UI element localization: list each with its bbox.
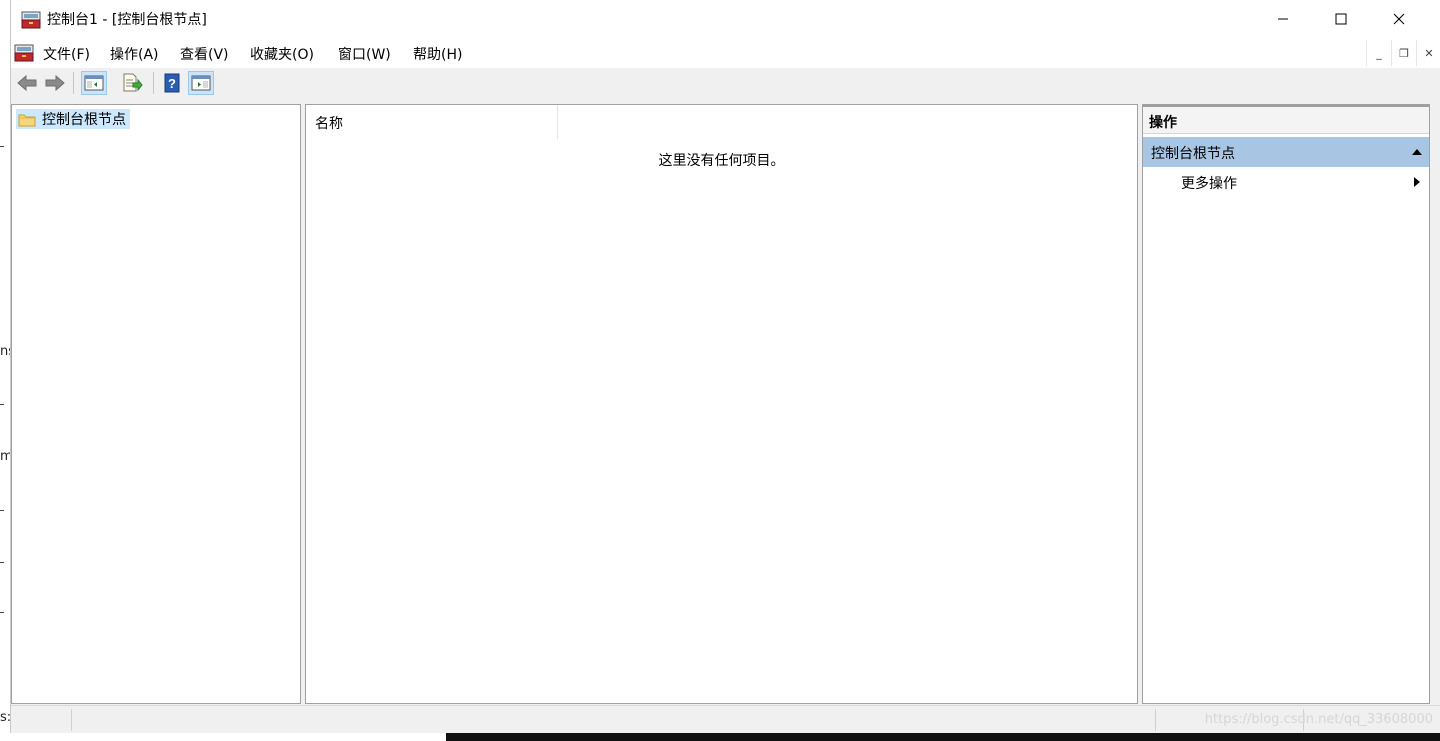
show-hide-action-pane-button[interactable] bbox=[188, 71, 214, 95]
export-list-icon bbox=[123, 73, 143, 92]
window-title: 控制台1 - [控制台根节点] bbox=[47, 12, 207, 28]
folder-icon bbox=[18, 114, 36, 126]
show-hide-tree-button[interactable] bbox=[81, 71, 107, 95]
results-pane[interactable]: 名称 这里没有任何项目。 bbox=[305, 104, 1138, 704]
actions-pane-title: 操作 bbox=[1149, 115, 1177, 131]
console-tree-pane[interactable]: 控制台根节点 bbox=[11, 104, 301, 704]
mdi-minimize-button[interactable]: _ bbox=[1366, 40, 1391, 66]
desktop-bottom-light bbox=[0, 733, 446, 741]
mmc-toolbox-icon bbox=[21, 11, 41, 29]
export-list-button[interactable] bbox=[119, 71, 145, 95]
actions-section-label: 控制台根节点 bbox=[1151, 146, 1235, 162]
maximize-icon bbox=[1335, 13, 1347, 25]
more-actions-label: 更多操作 bbox=[1181, 176, 1237, 192]
toolbar-separator bbox=[73, 72, 74, 94]
svg-text:?: ? bbox=[168, 76, 176, 91]
forward-arrow-icon bbox=[45, 74, 65, 92]
background-tick bbox=[0, 510, 4, 511]
toolbar-separator bbox=[153, 72, 154, 94]
menu-window[interactable]: 窗口(W) bbox=[338, 44, 391, 64]
background-tick bbox=[0, 612, 4, 613]
maximize-button[interactable] bbox=[1312, 0, 1370, 38]
menu-view[interactable]: 查看(V) bbox=[180, 44, 229, 64]
taskbar-edge bbox=[446, 733, 1440, 741]
title-bar[interactable]: 控制台1 - [控制台根节点] bbox=[11, 0, 1440, 38]
actions-section-console-root[interactable]: 控制台根节点 bbox=[1143, 137, 1429, 167]
column-header-label: 名称 bbox=[315, 116, 343, 132]
more-actions-item[interactable]: 更多操作 bbox=[1143, 167, 1429, 197]
help-icon: ? bbox=[164, 73, 180, 93]
mdi-controls: _ ❐ ✕ bbox=[1366, 40, 1440, 66]
mmc-system-menu-icon[interactable] bbox=[13, 43, 35, 63]
submenu-arrow-icon bbox=[1414, 177, 1420, 187]
menu-bar: 文件(F) 操作(A) 查看(V) 收藏夹(O) 窗口(W) 帮助(H) _ ❐… bbox=[11, 38, 1440, 69]
background-tick bbox=[0, 146, 4, 147]
tree-item-label: 控制台根节点 bbox=[42, 112, 126, 128]
menu-favorites[interactable]: 收藏夹(O) bbox=[250, 44, 314, 64]
show-hide-tree-icon bbox=[84, 75, 104, 91]
panes-area: 控制台根节点 名称 这里没有任何项目。 操作 控制台根节点 更多操作 bbox=[11, 98, 1440, 705]
actions-pane-header: 操作 bbox=[1143, 107, 1429, 134]
show-hide-action-pane-icon bbox=[191, 75, 211, 91]
collapse-triangle-icon bbox=[1412, 149, 1422, 155]
mmc-window: 控制台1 - [控制台根节点] 文件(F) 操作(A) 查看(V) 收藏夹(O)… bbox=[10, 0, 1440, 734]
back-arrow-icon bbox=[17, 74, 37, 92]
minimize-icon bbox=[1278, 18, 1288, 20]
close-icon bbox=[1393, 13, 1405, 25]
background-desktop-strip: ns m s: bbox=[0, 0, 15, 741]
back-button[interactable] bbox=[14, 71, 40, 95]
mdi-restore-button[interactable]: ❐ bbox=[1391, 40, 1416, 66]
empty-list-message: 这里没有任何项目。 bbox=[658, 153, 785, 169]
menu-help[interactable]: 帮助(H) bbox=[413, 44, 462, 64]
help-button[interactable]: ? bbox=[159, 71, 185, 95]
watermark-text: https://blog.csdn.net/qq_33608000 bbox=[1204, 712, 1433, 727]
forward-button[interactable] bbox=[42, 71, 68, 95]
column-header-name[interactable]: 名称 bbox=[306, 105, 558, 139]
status-separator bbox=[1155, 709, 1156, 731]
mdi-close-button[interactable]: ✕ bbox=[1416, 40, 1440, 66]
background-tick bbox=[0, 562, 4, 563]
minimize-button[interactable] bbox=[1254, 0, 1312, 38]
toolbar: ? bbox=[11, 68, 1440, 99]
menu-file[interactable]: 文件(F) bbox=[43, 44, 90, 64]
menu-action[interactable]: 操作(A) bbox=[110, 44, 159, 64]
status-separator bbox=[71, 709, 72, 731]
actions-pane: 操作 控制台根节点 更多操作 bbox=[1142, 104, 1430, 704]
status-bar: https://blog.csdn.net/qq_33608000 bbox=[11, 705, 1440, 734]
background-tick bbox=[0, 404, 4, 405]
close-button[interactable] bbox=[1370, 0, 1428, 38]
tree-item-console-root[interactable]: 控制台根节点 bbox=[16, 109, 130, 129]
